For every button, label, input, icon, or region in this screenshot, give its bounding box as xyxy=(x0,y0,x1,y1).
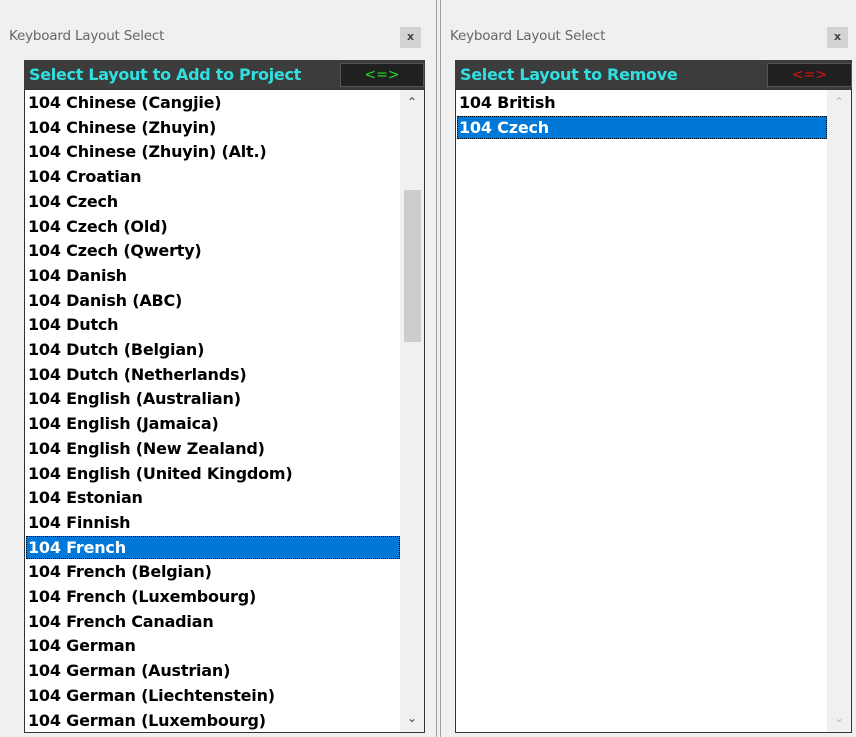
list-item[interactable]: 104 Croatian xyxy=(26,165,400,188)
chevron-down-icon[interactable]: ⌄ xyxy=(400,706,424,730)
project-layouts-listbox[interactable]: 104 Czech 104 British ⌃ ⌄ xyxy=(455,89,852,733)
list-item[interactable]: 104 Czech (Old) xyxy=(26,215,400,238)
list-item[interactable]: 104 English (United Kingdom) xyxy=(26,462,400,485)
list-item[interactable]: 104 Czech xyxy=(26,190,400,213)
list-item[interactable]: 104 Dutch (Belgian) xyxy=(26,338,400,361)
list-item[interactable]: 104 Estonian xyxy=(26,486,400,509)
list-item[interactable]: 104 German xyxy=(26,634,400,657)
list-item[interactable]: 104 Chinese (Zhuyin) xyxy=(26,116,400,139)
list-item[interactable]: 104 Czech (Qwerty) xyxy=(26,239,400,262)
swap-button[interactable]: <=> xyxy=(340,63,424,87)
list-item[interactable]: 104 Dutch xyxy=(26,313,400,336)
list-item[interactable]: 104 French xyxy=(26,535,400,559)
list-item[interactable]: 104 Chinese (Cangjie) xyxy=(26,91,400,114)
header-label: Select Layout to Remove xyxy=(460,65,678,84)
vertical-scrollbar[interactable]: ⌃ ⌄ xyxy=(400,90,424,732)
list-item[interactable]: 104 German (Liechtenstein) xyxy=(26,684,400,707)
available-layouts-listbox[interactable]: 104 German (Luxembourg) 104 German (Liech… xyxy=(24,89,425,733)
panel-title: Keyboard Layout Select xyxy=(9,28,165,44)
add-layout-panel: Keyboard Layout Select x Select Layout t… xyxy=(0,0,437,737)
header-label: Select Layout to Add to Project xyxy=(29,65,302,84)
list-header: Select Layout to Remove <=> xyxy=(455,60,852,89)
scrollbar-thumb[interactable] xyxy=(404,190,421,342)
list-item[interactable]: 104 Danish (ABC) xyxy=(26,289,400,312)
list-item[interactable]: 104 Danish xyxy=(26,264,400,287)
list-item[interactable]: 104 Finnish xyxy=(26,511,400,534)
panel-title: Keyboard Layout Select xyxy=(450,28,606,44)
list-item[interactable]: 104 Czech xyxy=(457,115,827,139)
list-item[interactable]: 104 French (Belgian) xyxy=(26,560,400,583)
list-item[interactable]: 104 English (New Zealand) xyxy=(26,437,400,460)
list-item[interactable]: 104 Chinese (Zhuyin) (Alt.) xyxy=(26,140,400,163)
chevron-up-icon[interactable]: ⌃ xyxy=(827,90,851,114)
close-button[interactable]: x xyxy=(827,27,848,48)
remove-layout-panel: Keyboard Layout Select x Select Layout t… xyxy=(440,0,856,737)
close-button[interactable]: x xyxy=(400,27,421,48)
list-item[interactable]: 104 German (Luxembourg) xyxy=(26,709,400,732)
list-item[interactable]: 104 British xyxy=(457,91,827,114)
chevron-up-icon[interactable]: ⌃ xyxy=(400,90,424,114)
vertical-scrollbar[interactable]: ⌃ ⌄ xyxy=(827,90,851,732)
chevron-down-icon[interactable]: ⌄ xyxy=(827,706,851,730)
list-item[interactable]: 104 English (Jamaica) xyxy=(26,412,400,435)
list-item[interactable]: 104 English (Australian) xyxy=(26,387,400,410)
list-header: Select Layout to Add to Project <=> xyxy=(24,60,425,89)
list-item[interactable]: 104 Dutch (Netherlands) xyxy=(26,363,400,386)
list-item[interactable]: 104 French (Luxembourg) xyxy=(26,585,400,608)
swap-button[interactable]: <=> xyxy=(767,63,852,87)
list-item[interactable]: 104 French Canadian xyxy=(26,610,400,633)
list-item[interactable]: 104 German (Austrian) xyxy=(26,659,400,682)
